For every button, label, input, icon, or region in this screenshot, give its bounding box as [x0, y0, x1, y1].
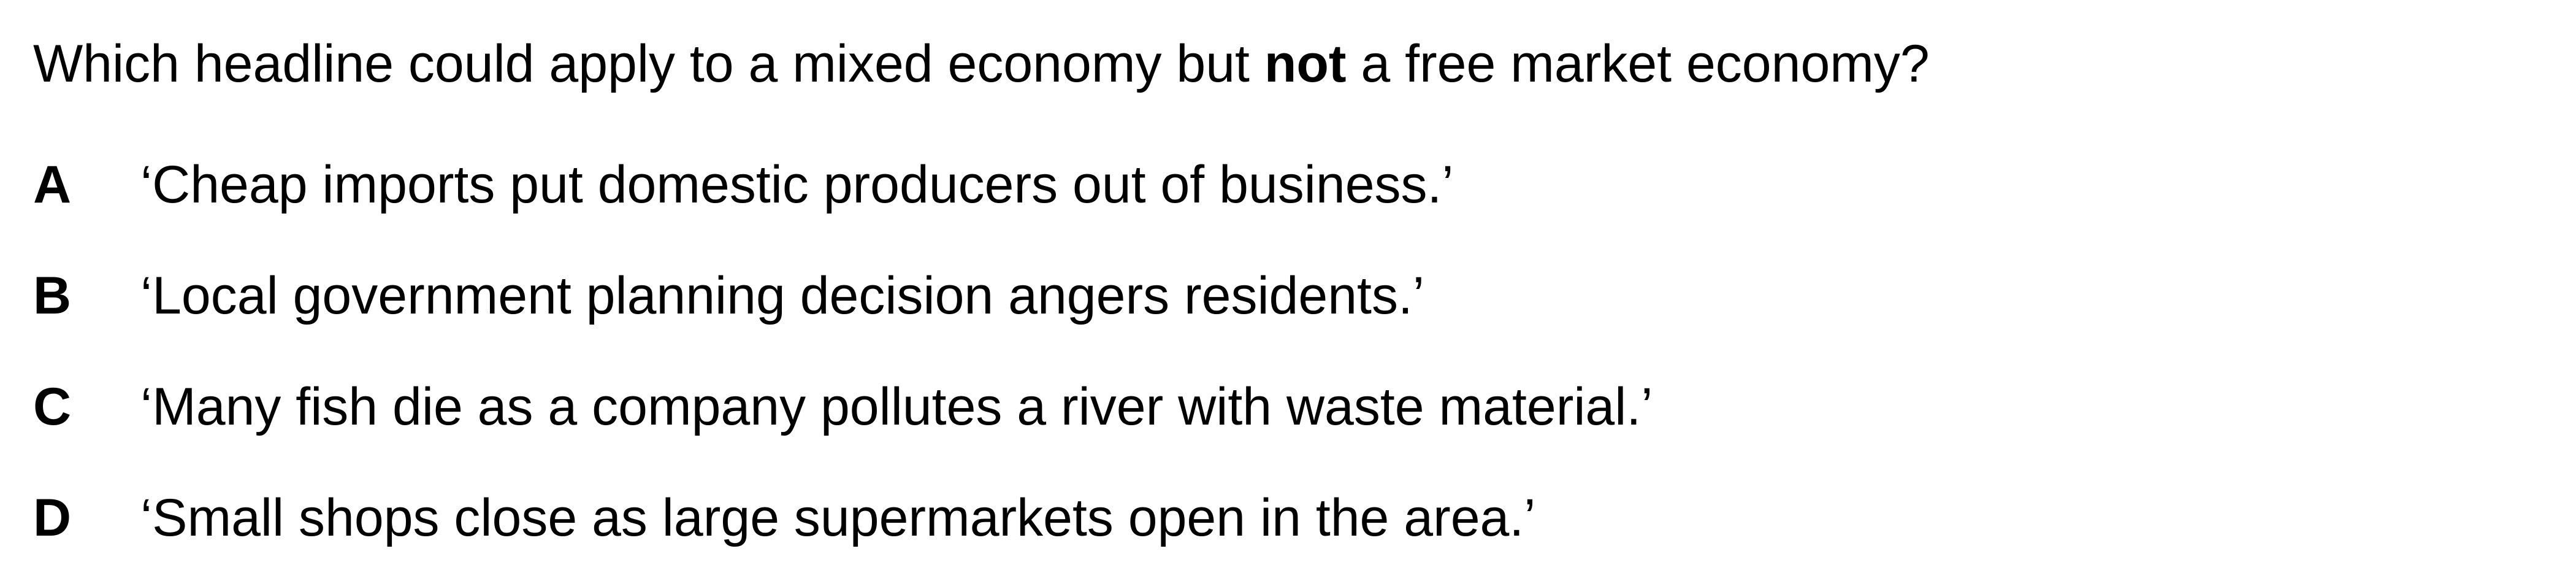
- option-letter-d: D: [33, 488, 72, 547]
- question-text-prefix: Which headline could apply to a mixed ec…: [33, 34, 1264, 93]
- option-letter-c: C: [33, 377, 72, 436]
- option-text-b: ‘Local government planning decision ange…: [140, 266, 1424, 325]
- option-letter-b: B: [33, 266, 72, 325]
- question-text-suffix: a free market economy?: [1346, 34, 1930, 93]
- question-stem: Which headline could apply to a mixed ec…: [33, 29, 1930, 98]
- option-text-d: ‘Small shops close as large supermarkets…: [140, 488, 1536, 547]
- option-text-a: ‘Cheap imports put domestic producers ou…: [140, 155, 1454, 214]
- option-letter-a: A: [33, 155, 72, 214]
- question-emphasis: not: [1264, 34, 1347, 93]
- option-text-c: ‘Many fish die as a company pollutes a r…: [140, 377, 1653, 436]
